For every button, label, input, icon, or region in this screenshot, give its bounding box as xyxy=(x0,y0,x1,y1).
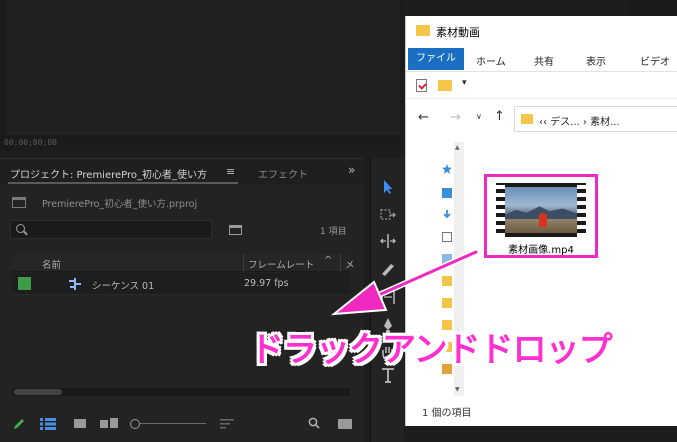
pictures-icon[interactable] xyxy=(442,254,452,264)
ribbon-tabs: ファイル ホーム 共有 表示 ビデオ xyxy=(406,46,677,72)
project-table-header: 名前 フレームレート ^ メ xyxy=(12,254,355,272)
track-select-tool-icon[interactable] xyxy=(379,206,397,224)
search-icon xyxy=(16,224,25,233)
thumbnail-person xyxy=(539,213,547,227)
tab-active-indicator xyxy=(8,182,238,184)
film-perforation xyxy=(577,183,586,237)
more-tabs-icon[interactable]: » xyxy=(348,163,355,177)
column-name[interactable]: 名前 xyxy=(42,257,61,271)
sort-ascending-icon[interactable]: ^ xyxy=(324,255,332,266)
downloads-icon[interactable] xyxy=(442,210,452,220)
sequence-name: シーケンス 01 xyxy=(92,281,155,292)
column-divider[interactable] xyxy=(340,254,341,272)
ripple-edit-tool-icon[interactable] xyxy=(379,232,397,250)
quick-access-star-icon[interactable] xyxy=(442,164,452,174)
sequence-frame-rate: 29.97 fps xyxy=(244,278,289,289)
monitor-screen xyxy=(6,0,400,134)
new-bin-from-search-icon[interactable] xyxy=(229,225,242,235)
new-bin-icon[interactable] xyxy=(338,419,352,429)
navigation-bar: ← → ∨ ↑ ‹‹ デス... › 素材... xyxy=(406,100,677,138)
scrollbar-thumb[interactable] xyxy=(14,389,62,395)
icon-view-icon[interactable] xyxy=(74,419,86,428)
customize-toolbar-icon[interactable]: ▾ xyxy=(462,78,467,88)
explorer-titlebar[interactable]: 素材動画 xyxy=(406,16,677,46)
table-row[interactable]: シーケンス 01 29.97 fps xyxy=(12,273,350,295)
video-file-item[interactable]: 素材画像.mp4 xyxy=(484,174,598,258)
label-color-swatch[interactable] xyxy=(18,277,31,290)
timecode: 00;00;00;00 xyxy=(4,138,57,147)
zoom-slider-track[interactable] xyxy=(140,423,206,424)
sort-icons-icon[interactable] xyxy=(220,418,234,430)
thumbnail-photo xyxy=(505,187,577,233)
tab-view[interactable]: 表示 xyxy=(586,53,606,68)
folder-icon xyxy=(416,25,430,36)
horizontal-scrollbar[interactable] xyxy=(12,388,350,396)
new-folder-icon[interactable] xyxy=(438,80,452,91)
top-right-panel xyxy=(628,0,677,16)
selection-tool-icon[interactable] xyxy=(379,178,397,196)
status-bar: 1 個の項目 xyxy=(406,398,677,426)
project-file-icon xyxy=(12,197,26,208)
quick-access-toolbar: ▾ xyxy=(406,73,677,99)
scroll-down-icon[interactable]: ▼ xyxy=(455,386,460,393)
up-arrow-icon[interactable]: ↑ xyxy=(494,109,505,124)
project-bottom-toolbar xyxy=(0,409,364,442)
slip-tool-icon[interactable] xyxy=(379,288,397,306)
address-bar[interactable]: ‹‹ デス... › 素材... xyxy=(514,106,677,132)
address-path: ‹‹ デス... › 素材... xyxy=(539,117,620,128)
tools-panel xyxy=(370,158,404,442)
column-divider[interactable] xyxy=(243,254,244,272)
recent-locations-icon[interactable]: ∨ xyxy=(476,112,482,121)
sequence-icon xyxy=(69,278,81,290)
drag-and-drop-label: ドラックアンドドロップ xyxy=(250,330,613,370)
folder-icon xyxy=(521,114,533,124)
scroll-up-icon[interactable]: ▲ xyxy=(455,144,460,151)
window-title: 素材動画 xyxy=(436,26,480,39)
panel-menu-icon[interactable]: ≡ xyxy=(226,165,235,178)
forward-arrow-icon[interactable]: → xyxy=(450,110,461,125)
project-file-name: PremierePro_初心者_使い方.prproj xyxy=(42,199,198,210)
tab-project[interactable]: プロジェクト: PremierePro_初心者_使い方 xyxy=(10,166,207,181)
column-media[interactable]: メ xyxy=(345,257,355,271)
find-icon[interactable] xyxy=(308,417,320,429)
desktop-icon[interactable] xyxy=(442,188,452,198)
project-search-input[interactable] xyxy=(10,220,212,239)
film-perforation xyxy=(496,183,505,237)
tab-home[interactable]: ホーム xyxy=(476,53,506,68)
tab-effects[interactable]: エフェクト xyxy=(258,166,308,181)
panel-tabbar: プロジェクト: PremierePro_初心者_使い方 ≡ エフェクト » xyxy=(0,159,364,185)
list-view-icon[interactable] xyxy=(40,418,56,430)
program-monitor: 00;00;00;00 xyxy=(0,0,404,150)
file-name: 素材画像.mp4 xyxy=(508,245,574,256)
tab-share[interactable]: 共有 xyxy=(534,53,554,68)
tab-video[interactable]: ビデオ xyxy=(640,53,670,68)
back-arrow-icon[interactable]: ← xyxy=(418,110,429,125)
folder-icon[interactable] xyxy=(442,276,452,286)
column-frame-rate[interactable]: フレームレート xyxy=(248,257,314,271)
folder-icon[interactable] xyxy=(442,298,452,308)
properties-icon[interactable] xyxy=(416,79,427,92)
status-item-count: 1 個の項目 xyxy=(422,408,472,419)
item-count: 1 項目 xyxy=(320,227,347,237)
video-thumbnail xyxy=(496,183,586,237)
pencil-icon[interactable] xyxy=(12,417,26,431)
project-panel: プロジェクト: PremierePro_初心者_使い方 ≡ エフェクト » Pr… xyxy=(0,158,364,442)
razor-tool-icon[interactable] xyxy=(379,260,397,278)
tab-file[interactable]: ファイル xyxy=(408,48,464,70)
freeform-view-icon[interactable] xyxy=(100,418,118,430)
zoom-slider[interactable] xyxy=(130,418,206,430)
documents-icon[interactable] xyxy=(442,232,452,242)
zoom-slider-handle[interactable] xyxy=(130,419,140,429)
